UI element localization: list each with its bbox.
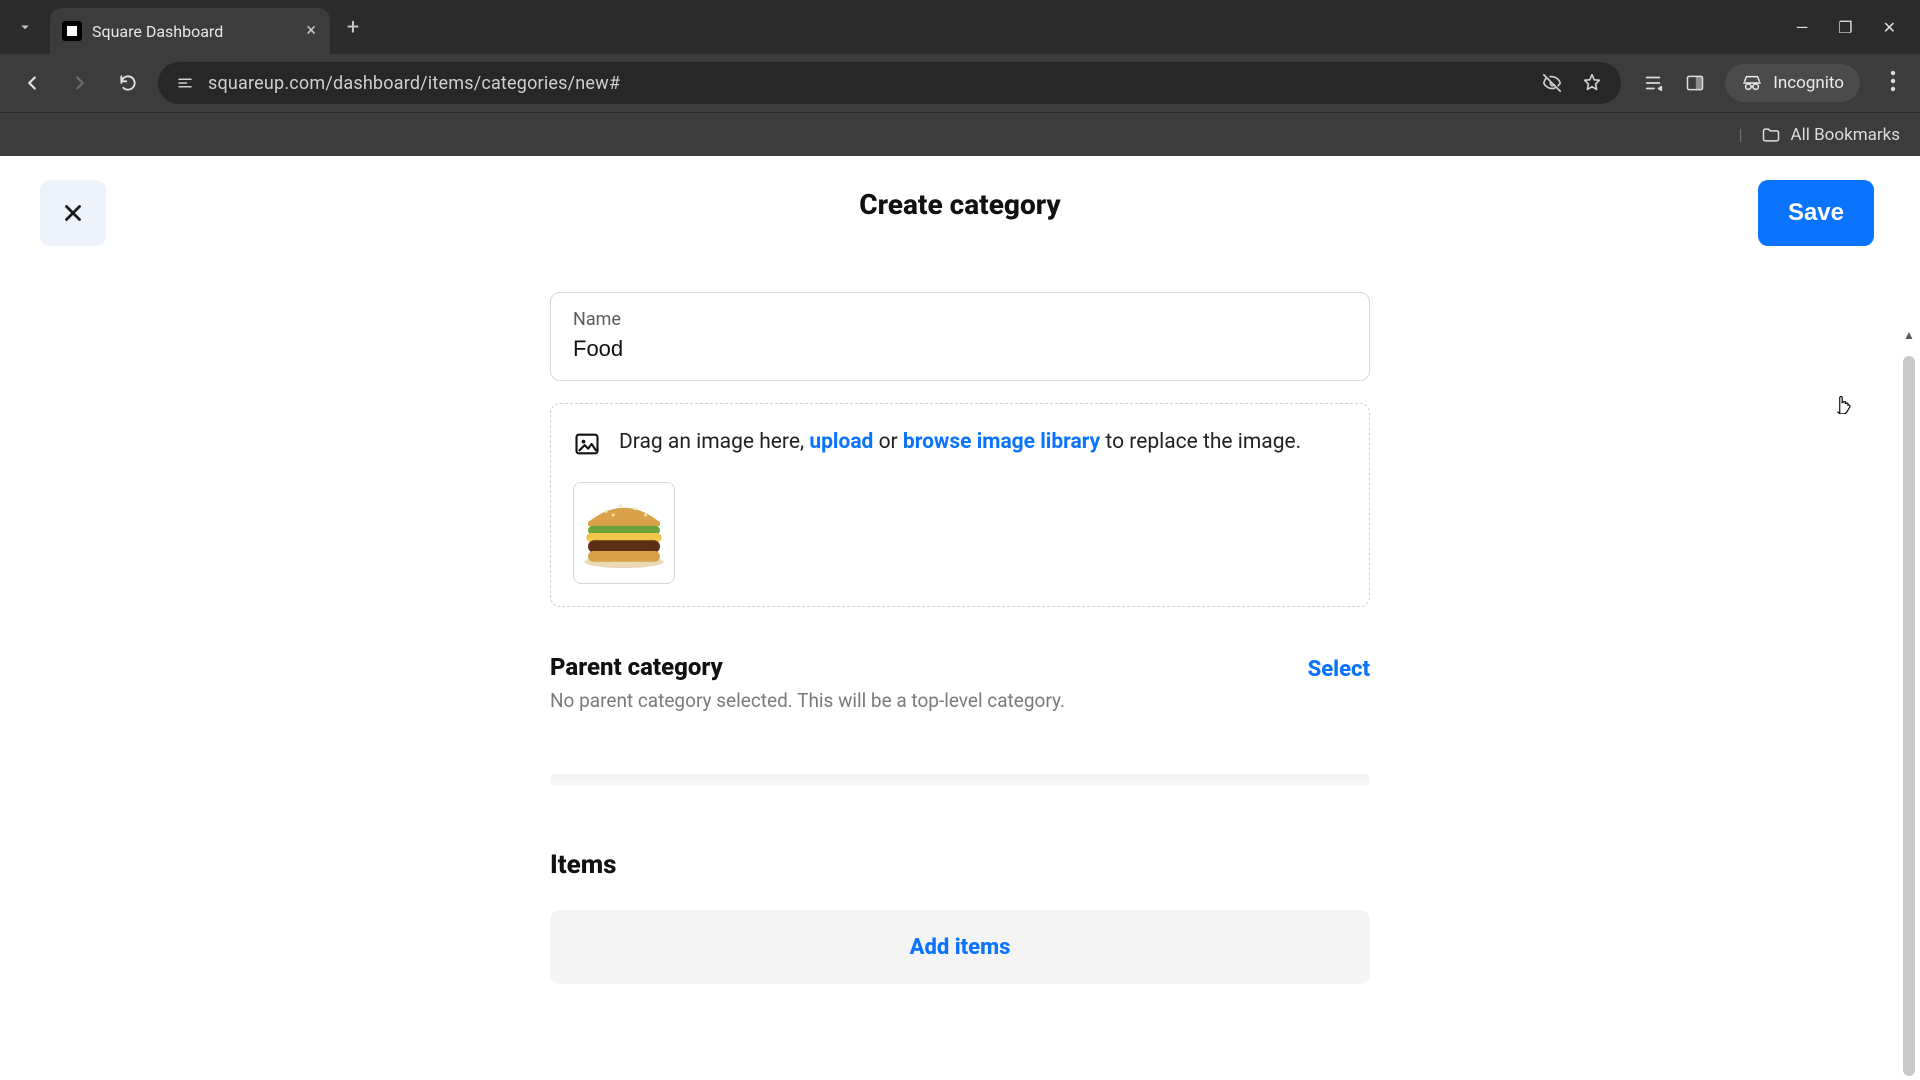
name-label: Name [573, 309, 1347, 330]
tab-search-dropdown[interactable] [0, 0, 50, 54]
tab-title: Square Dashboard [92, 22, 296, 41]
bookmark-star-icon[interactable] [1581, 72, 1603, 94]
section-divider [550, 774, 1370, 786]
page-scroll[interactable]: Create category Save Name Drag an image … [0, 156, 1920, 1080]
incognito-icon [1741, 72, 1763, 94]
url-bar[interactable]: squareup.com/dashboard/items/categories/… [158, 62, 1621, 104]
incognito-label: Incognito [1773, 73, 1844, 93]
browser-toolbar: squareup.com/dashboard/items/categories/… [0, 54, 1920, 112]
name-input[interactable] [573, 336, 1347, 362]
dropzone-text: Drag an image here, upload or browse ima… [619, 426, 1301, 459]
dropzone-suffix: to replace the image. [1100, 430, 1301, 454]
image-dropzone[interactable]: Drag an image here, upload or browse ima… [550, 403, 1370, 607]
close-icon [60, 200, 86, 226]
nav-back-button[interactable] [14, 65, 50, 101]
chrome-menu-icon[interactable] [1880, 70, 1906, 96]
titlebar: Square Dashboard × + — ❐ ✕ [0, 0, 1920, 54]
media-control-icon[interactable] [1643, 72, 1665, 94]
page-header: Create category Save [0, 156, 1920, 252]
browse-library-link[interactable]: browse image library [903, 430, 1100, 454]
upload-link[interactable]: upload [809, 430, 873, 454]
window-minimize-icon[interactable]: — [1796, 18, 1809, 37]
tab-close-icon[interactable]: × [306, 22, 316, 40]
nav-reload-button[interactable] [110, 65, 146, 101]
burger-image [578, 497, 670, 569]
page: Create category Save Name Drag an image … [0, 156, 1920, 1080]
image-thumbnail[interactable] [573, 482, 675, 584]
scroll-up-arrow[interactable]: ▲ [1900, 326, 1918, 344]
save-button[interactable]: Save [1758, 180, 1874, 246]
parent-category-subtitle: No parent category selected. This will b… [550, 689, 1308, 712]
vertical-scrollbar[interactable]: ▲ [1900, 326, 1918, 1070]
window-maximize-icon[interactable]: ❐ [1838, 18, 1852, 37]
form-content: Name Drag an image here, upload or brows… [550, 292, 1370, 984]
incognito-indicator[interactable]: Incognito [1725, 64, 1860, 102]
bookmarks-bar: | All Bookmarks [0, 112, 1920, 156]
dropzone-prefix: Drag an image here, [619, 430, 809, 454]
nav-forward-button[interactable] [62, 65, 98, 101]
page-title: Create category [859, 188, 1060, 221]
dropzone-mid1: or [873, 430, 903, 454]
all-bookmarks-label: All Bookmarks [1791, 125, 1900, 145]
parent-category-title: Parent category [550, 653, 1308, 681]
side-panel-icon[interactable] [1685, 73, 1705, 93]
parent-select-button[interactable]: Select [1308, 657, 1370, 682]
window-controls: — ❐ ✕ [1772, 0, 1920, 54]
browser-tab[interactable]: Square Dashboard × [50, 8, 330, 54]
name-field[interactable]: Name [550, 292, 1370, 381]
tab-favicon [62, 21, 82, 41]
browser-window: Square Dashboard × + — ❐ ✕ squareup.com/… [0, 0, 1920, 1080]
items-heading: Items [550, 850, 1370, 880]
new-tab-button[interactable]: + [330, 0, 376, 54]
add-items-button[interactable]: Add items [550, 910, 1370, 984]
close-button[interactable] [40, 180, 106, 246]
scroll-thumb[interactable] [1903, 356, 1915, 1076]
window-close-icon[interactable]: ✕ [1883, 18, 1896, 37]
url-text: squareup.com/dashboard/items/categories/… [208, 73, 620, 94]
eye-off-icon[interactable] [1541, 72, 1563, 94]
folder-icon [1761, 125, 1781, 145]
bookmarks-separator: | [1739, 125, 1743, 144]
image-icon [573, 430, 601, 462]
parent-category-section: Parent category No parent category selec… [550, 653, 1370, 712]
all-bookmarks-button[interactable]: All Bookmarks [1761, 125, 1900, 145]
site-settings-icon[interactable] [176, 74, 194, 92]
